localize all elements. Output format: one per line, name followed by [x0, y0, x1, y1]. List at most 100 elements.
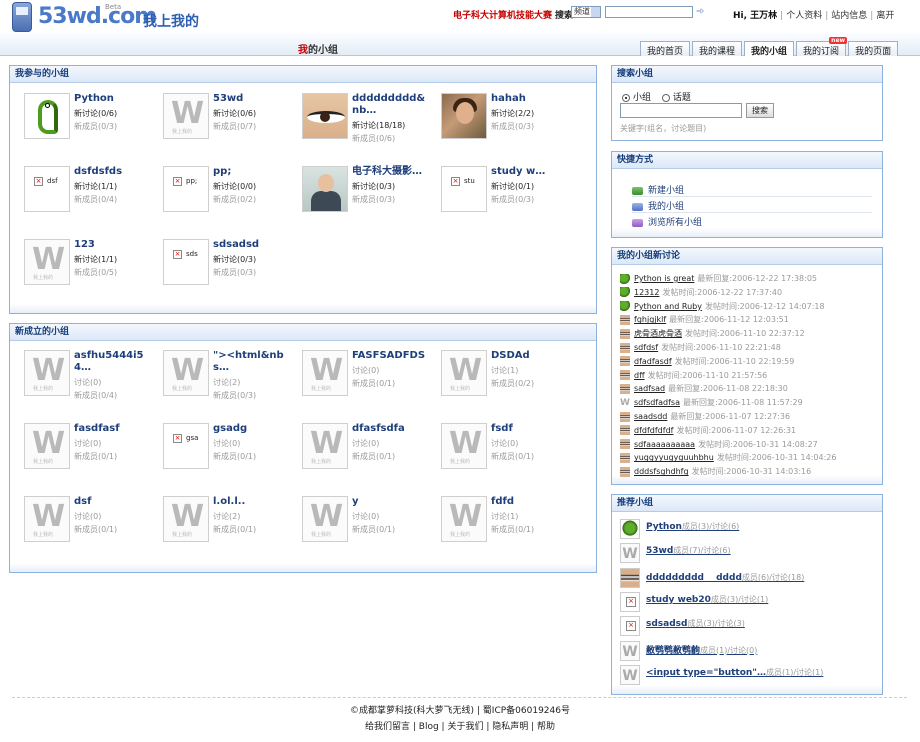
- recommended-group-link[interactable]: 53wd成员(7)/讨论(6): [646, 545, 731, 556]
- group-thumbnail[interactable]: [302, 93, 348, 139]
- group-thumbnail[interactable]: W 我上我的: [24, 423, 70, 469]
- radio-group[interactable]: [622, 93, 630, 102]
- search-input[interactable]: [605, 6, 693, 18]
- blog-link[interactable]: Blog: [419, 722, 439, 732]
- group-thumbnail[interactable]: × pp;: [163, 166, 209, 212]
- group-thumbnail[interactable]: W 我上我的: [24, 350, 70, 396]
- group-thumbnail[interactable]: W 我上我的: [24, 239, 70, 285]
- topic-link[interactable]: fghjgjklf: [634, 315, 666, 324]
- group-thumbnail[interactable]: W: [620, 543, 640, 564]
- topic-link[interactable]: sdfdsf: [634, 343, 658, 352]
- topic-link[interactable]: Python and Ruby: [634, 302, 702, 311]
- privacy-link[interactable]: 隐私声明: [492, 722, 528, 732]
- recommended-group-link[interactable]: study web20成员(3)/讨论(1): [646, 594, 768, 605]
- group-name-link[interactable]: ddddddddd&nb…: [352, 93, 430, 117]
- group-members-count: 新成员(0/1): [74, 452, 118, 461]
- topic-link[interactable]: dddsfsghdhfg: [634, 467, 689, 476]
- group-thumbnail[interactable]: W: [620, 640, 640, 661]
- browse-groups-link[interactable]: 浏览所有小组: [632, 215, 702, 228]
- group-thumbnail[interactable]: [441, 93, 487, 139]
- group-name-link[interactable]: asfhu5444i54…: [74, 350, 152, 374]
- group-name-link[interactable]: DSDAd: [491, 350, 569, 362]
- topic-link[interactable]: dfadfasdf: [634, 357, 672, 366]
- group-thumbnail[interactable]: × stu: [441, 166, 487, 212]
- topic-link[interactable]: 12312: [634, 288, 659, 297]
- my-groups-link[interactable]: 我的小组: [632, 199, 684, 212]
- group-name-link[interactable]: gsadg: [213, 423, 291, 435]
- group-name-link[interactable]: "><html&nbs…: [213, 350, 291, 374]
- group-thumbnail[interactable]: [620, 591, 640, 612]
- recommended-group-link[interactable]: 敝鹗鹗敝鹗齣成员(1)/讨论(0): [646, 643, 757, 656]
- contest-link[interactable]: 电子科大计算机技能大赛: [453, 8, 552, 21]
- group-thumbnail[interactable]: W 我上我的: [441, 496, 487, 542]
- group-name-link[interactable]: l.ol.l..: [213, 496, 291, 508]
- group-name-link[interactable]: dsfdsfds: [74, 166, 152, 178]
- group-thumbnail[interactable]: W 我上我的: [163, 93, 209, 139]
- tab-groups[interactable]: 我的小组: [744, 41, 795, 57]
- group-name-link[interactable]: dfasfsdfa: [352, 423, 430, 435]
- group-name-link[interactable]: y: [352, 496, 430, 508]
- radio-topic[interactable]: [661, 93, 670, 102]
- group-thumbnail[interactable]: × sds: [163, 239, 209, 285]
- topic-link[interactable]: Python is great: [634, 274, 694, 283]
- help-link[interactable]: 帮助: [537, 722, 555, 732]
- group-name-link[interactable]: sdsadsd: [213, 239, 291, 251]
- recommended-group-link[interactable]: Python成员(3)/讨论(6): [646, 521, 739, 532]
- group-name-link[interactable]: FASFSADFDS: [352, 350, 430, 362]
- group-name-link[interactable]: dsf: [74, 496, 152, 508]
- topic-link[interactable]: dff: [634, 371, 645, 380]
- feedback-link[interactable]: 给我们留言: [365, 722, 410, 732]
- group-name-link[interactable]: pp;: [213, 166, 291, 178]
- group-name-link[interactable]: 电子科大摄影…: [352, 166, 430, 178]
- logout-link[interactable]: 离开: [876, 11, 894, 21]
- topic-link[interactable]: yuggyyugyguuhbhu: [634, 453, 714, 462]
- group-name-link[interactable]: 123: [74, 239, 152, 251]
- topic-link[interactable]: saadsdd: [634, 412, 667, 421]
- topic-link[interactable]: sdfsdfadfsa: [634, 398, 680, 407]
- group-name-link[interactable]: study w…: [491, 166, 569, 178]
- recommended-group-link[interactable]: <input type="button"…成员(1)/讨论(1): [646, 667, 823, 678]
- tab-subscriptions[interactable]: 我的订阅 new: [796, 37, 848, 57]
- group-search-button[interactable]: 搜索: [746, 103, 774, 118]
- icp-link[interactable]: 蜀ICP备06019246号: [483, 706, 570, 716]
- tab-courses[interactable]: 我的课程: [692, 41, 743, 57]
- recommended-group-link[interactable]: ddddddddd dddd成员(6)/讨论(18): [646, 570, 804, 583]
- topic-link[interactable]: sdfaaaaaaaaaa: [634, 440, 695, 449]
- new-group-link[interactable]: 新建小组: [632, 183, 684, 196]
- about-link[interactable]: 关于我们: [447, 722, 483, 732]
- group-thumbnail[interactable]: W 我上我的: [24, 496, 70, 542]
- search-go-icon[interactable]: ➾: [696, 6, 708, 18]
- group-thumbnail[interactable]: W 我上我的: [163, 496, 209, 542]
- group-name-link[interactable]: hahah: [491, 93, 569, 105]
- messages-link[interactable]: 站内信息: [831, 11, 867, 21]
- group-thumbnail[interactable]: W 我上我的: [302, 496, 348, 542]
- group-thumbnail[interactable]: W 我上我的: [441, 423, 487, 469]
- topic-link[interactable]: sadfsad: [634, 384, 665, 393]
- group-name-link[interactable]: 53wd: [213, 93, 291, 105]
- group-name-link[interactable]: fdfd: [491, 496, 569, 508]
- group-thumbnail[interactable]: W 我上我的: [163, 350, 209, 396]
- group-name-link[interactable]: Python: [74, 93, 152, 105]
- profile-link[interactable]: 个人资料: [786, 11, 822, 21]
- group-thumbnail[interactable]: W: [620, 664, 640, 685]
- group-thumbnail[interactable]: [620, 616, 640, 637]
- site-logo[interactable]: 53wd.com Beta 我上我的: [8, 2, 208, 32]
- tab-home[interactable]: 我的首页: [640, 41, 691, 57]
- group-thumbnail[interactable]: [620, 567, 640, 588]
- group-thumbnail[interactable]: W 我上我的: [302, 350, 348, 396]
- group-thumbnail[interactable]: [302, 166, 348, 212]
- topic-link[interactable]: dfdfdfdfdf: [634, 426, 673, 435]
- group-thumbnail[interactable]: W 我上我的: [302, 423, 348, 469]
- group-search-input[interactable]: [620, 103, 742, 118]
- tab-pages[interactable]: 我的页面: [848, 41, 899, 57]
- recommended-group-link[interactable]: sdsadsd成员(3)/讨论(3): [646, 618, 745, 629]
- search-channel-select[interactable]: 频道: [571, 6, 601, 18]
- topic-link[interactable]: 虎骨酒虎骨酒: [634, 329, 682, 338]
- group-thumbnail[interactable]: × gsa: [163, 423, 209, 469]
- group-thumbnail[interactable]: [620, 519, 640, 539]
- group-thumbnail[interactable]: [24, 93, 70, 139]
- group-thumbnail[interactable]: × dsf: [24, 166, 70, 212]
- group-name-link[interactable]: fasdfasf: [74, 423, 152, 435]
- group-name-link[interactable]: fsdf: [491, 423, 569, 435]
- group-thumbnail[interactable]: W 我上我的: [441, 350, 487, 396]
